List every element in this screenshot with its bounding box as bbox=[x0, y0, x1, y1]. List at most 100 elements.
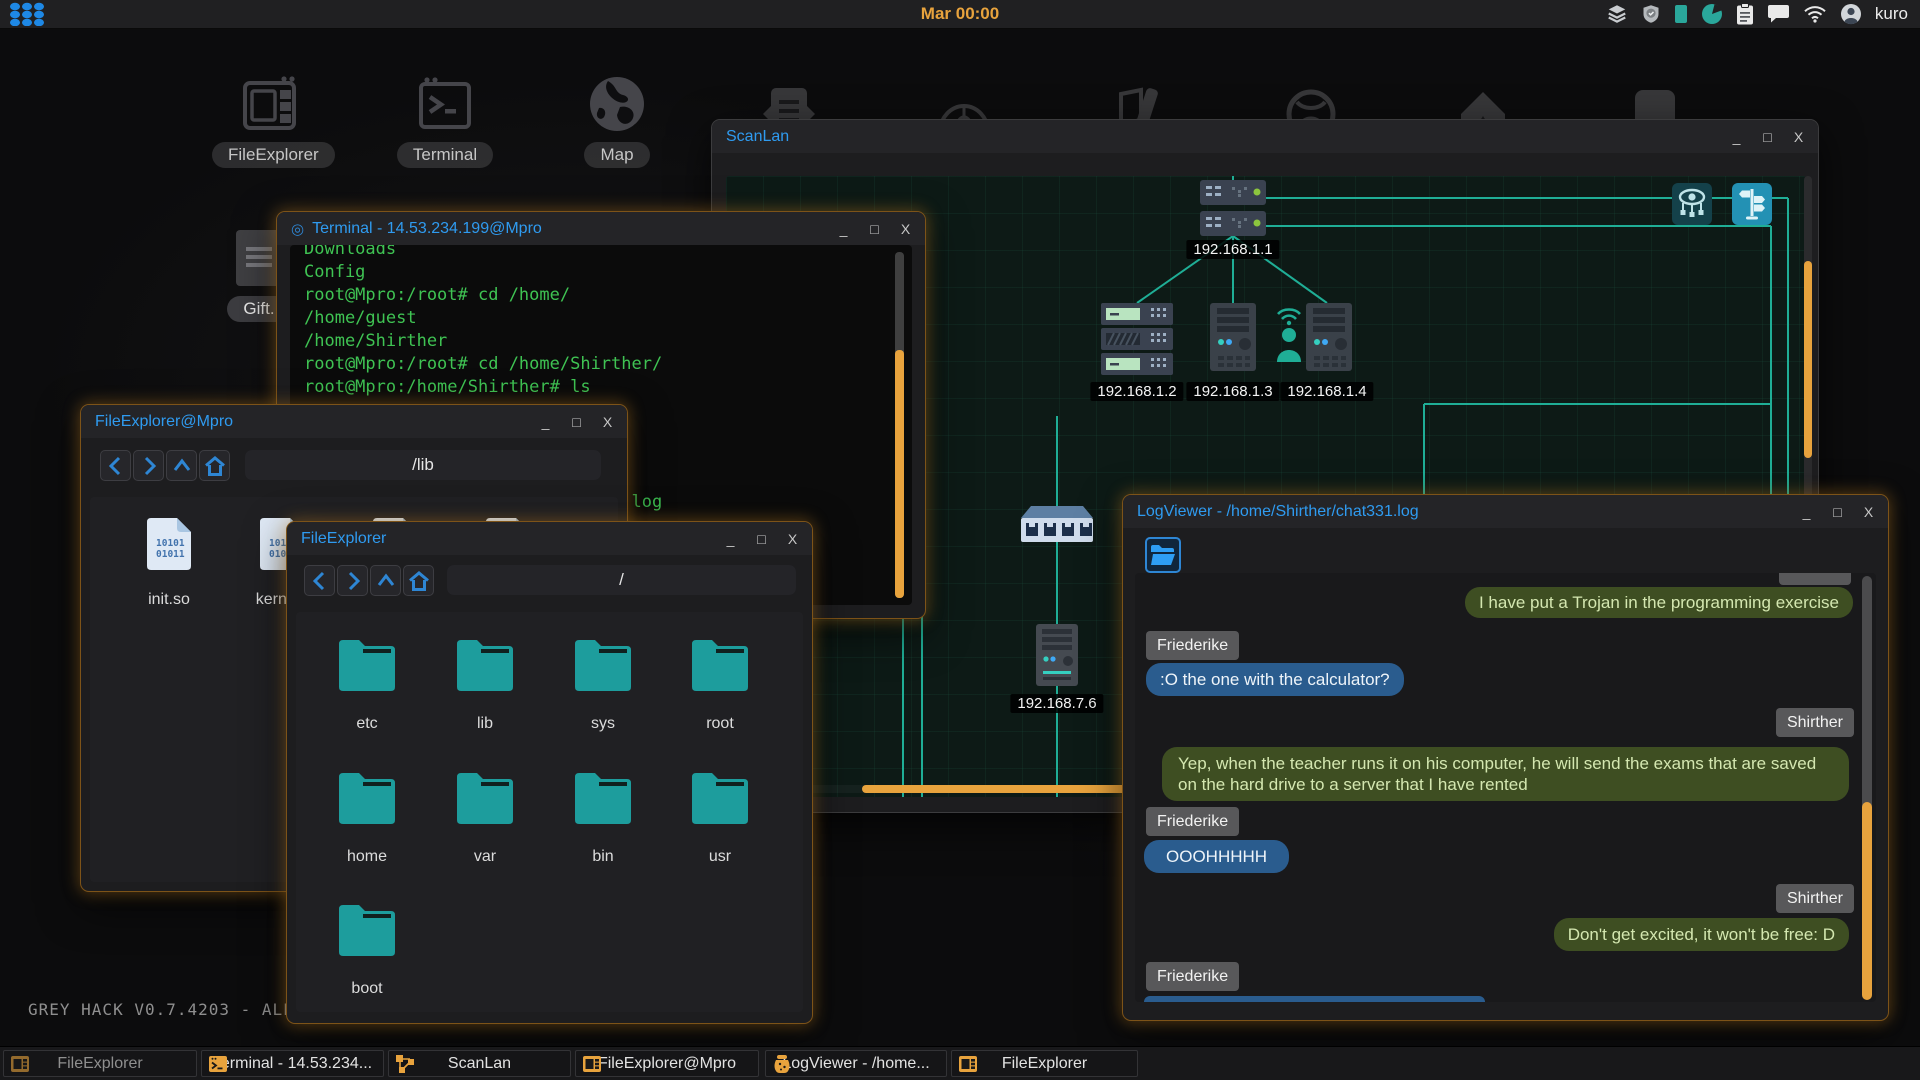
map-globe-icon bbox=[585, 74, 649, 134]
forward-button[interactable] bbox=[337, 565, 368, 596]
terminal-titlebar[interactable]: ◎ Terminal - 14.53.234.199@Mpro bbox=[277, 212, 925, 245]
minimize-button[interactable]: _ bbox=[723, 531, 738, 547]
folder-item-bin[interactable]: bin bbox=[553, 771, 653, 866]
path-input[interactable]: / bbox=[447, 565, 796, 595]
node-ip-label: 192.168.7.6 bbox=[1010, 694, 1103, 713]
username[interactable]: kuro bbox=[1875, 4, 1908, 24]
maximize-button[interactable]: □ bbox=[569, 414, 584, 430]
file-item-init-so[interactable]: 10101 01011 init.so bbox=[119, 518, 219, 609]
close-button[interactable]: X bbox=[600, 414, 615, 430]
server-rack-icon bbox=[1101, 303, 1173, 375]
minimize-button[interactable]: _ bbox=[1729, 129, 1744, 145]
map-vscrollbar-thumb[interactable] bbox=[1804, 261, 1812, 458]
desktop-icon-map[interactable]: Map bbox=[557, 74, 677, 168]
network-node-desktop-76[interactable] bbox=[1036, 624, 1078, 691]
taskbar-item-scanlan[interactable]: ScanLan bbox=[388, 1050, 571, 1077]
minimize-button[interactable]: _ bbox=[1799, 504, 1814, 520]
clipboard-icon[interactable] bbox=[1736, 3, 1754, 25]
maximize-button[interactable]: □ bbox=[754, 531, 769, 547]
forward-button[interactable] bbox=[133, 450, 164, 481]
taskbar-item-fileexplorer-mpro[interactable]: FileExplorer@Mpro bbox=[575, 1050, 759, 1077]
folder-item-var[interactable]: var bbox=[435, 771, 535, 866]
folder-item-sys[interactable]: sys bbox=[553, 638, 653, 733]
taskbar-item-terminal[interactable]: Terminal - 14.53.234... bbox=[201, 1050, 384, 1077]
folder-item-root[interactable]: root bbox=[670, 638, 770, 733]
grey-hack-desktop: Mar 00:00 kuro FileExplorer Terminal Map bbox=[0, 0, 1920, 1080]
path-input[interactable]: /lib bbox=[245, 450, 601, 480]
folder-label: home bbox=[317, 848, 417, 866]
taskbar-item-label: FileExplorer bbox=[952, 1055, 1137, 1073]
network-eye-icon bbox=[1677, 187, 1707, 221]
logviewer-icon bbox=[772, 1054, 792, 1074]
wifi-icon[interactable] bbox=[1803, 5, 1827, 23]
window-title: LogViewer - /home/Shirther/chat331.log bbox=[1137, 503, 1419, 521]
fileexplorer-icon bbox=[240, 74, 304, 134]
folder-icon bbox=[339, 638, 395, 691]
chat-bubble-clipped bbox=[1144, 996, 1485, 1002]
chevron-right-icon bbox=[138, 455, 160, 477]
desktop-icon-terminal[interactable]: Terminal bbox=[385, 74, 505, 168]
open-log-button[interactable] bbox=[1145, 537, 1181, 573]
window-controls: _ □ X bbox=[1729, 120, 1806, 153]
network-node-server[interactable] bbox=[1101, 303, 1173, 380]
folder-list-area[interactable]: etc lib sys root home var bbox=[296, 612, 803, 1012]
user-avatar-icon[interactable] bbox=[1840, 3, 1862, 25]
minimize-button[interactable]: _ bbox=[836, 221, 851, 237]
folder-item-usr[interactable]: usr bbox=[670, 771, 770, 866]
back-button[interactable] bbox=[304, 565, 335, 596]
network-node-desktop[interactable] bbox=[1210, 303, 1256, 376]
network-node-router[interactable] bbox=[1200, 180, 1266, 243]
scan-network-button[interactable] bbox=[1672, 183, 1712, 225]
home-button[interactable] bbox=[199, 450, 230, 481]
layers-icon[interactable] bbox=[1606, 3, 1628, 25]
logviewer-window: LogViewer - /home/Shirther/chat331.log _… bbox=[1123, 495, 1888, 1020]
binary-file-icon: 10101 01011 bbox=[147, 518, 191, 570]
chevron-left-icon bbox=[309, 570, 331, 592]
network-node-switch[interactable] bbox=[1021, 506, 1093, 549]
folder-item-etc[interactable]: etc bbox=[317, 638, 417, 733]
chat-log-area[interactable]: I have put a Trojan in the programming e… bbox=[1135, 573, 1876, 1002]
chat-scrollbar-thumb[interactable] bbox=[1862, 802, 1872, 1000]
taskbar-item-label: Terminal - 14.53.234... bbox=[202, 1055, 383, 1073]
node-ip-label: 192.168.1.1 bbox=[1186, 240, 1279, 259]
chat-icon[interactable] bbox=[1767, 4, 1790, 24]
disk-usage-icon[interactable] bbox=[1701, 3, 1723, 25]
desktop-icon-label: Terminal bbox=[397, 142, 493, 168]
folder-icon bbox=[339, 903, 395, 956]
router-icon bbox=[1200, 180, 1266, 238]
taskbar: FileExplorer Terminal - 14.53.234... Sca… bbox=[0, 1046, 1920, 1080]
desktop-icon-fileexplorer[interactable]: FileExplorer bbox=[212, 74, 332, 168]
folder-item-boot[interactable]: boot bbox=[317, 903, 417, 998]
close-button[interactable]: X bbox=[1861, 504, 1876, 520]
up-button[interactable] bbox=[166, 450, 197, 481]
folder-icon bbox=[692, 771, 748, 824]
maximize-button[interactable]: □ bbox=[867, 221, 882, 237]
close-button[interactable]: X bbox=[1791, 129, 1806, 145]
home-button[interactable] bbox=[403, 565, 434, 596]
up-button[interactable] bbox=[370, 565, 401, 596]
minimize-button[interactable]: _ bbox=[538, 414, 553, 430]
maximize-button[interactable]: □ bbox=[1760, 129, 1775, 145]
window-title: FileExplorer bbox=[301, 530, 386, 548]
taskbar-item-fileexplorer-1[interactable]: FileExplorer bbox=[3, 1050, 197, 1077]
node-ip-label: 192.168.1.2 bbox=[1090, 382, 1183, 401]
taskbar-item-logviewer[interactable]: LogViewer - /home... bbox=[765, 1050, 947, 1077]
back-button[interactable] bbox=[100, 450, 131, 481]
network-node-desktop-user[interactable] bbox=[1306, 303, 1352, 376]
maximize-button[interactable]: □ bbox=[1830, 504, 1845, 520]
close-button[interactable]: X bbox=[898, 221, 913, 237]
taskbar-item-fileexplorer-2[interactable]: FileExplorer bbox=[951, 1050, 1138, 1077]
author-badge: Friederike bbox=[1146, 807, 1239, 836]
author-badge: Shirther bbox=[1776, 884, 1854, 913]
taskbar-item-label: FileExplorer bbox=[4, 1055, 196, 1073]
scanlan-icon bbox=[395, 1054, 415, 1074]
folder-item-lib[interactable]: lib bbox=[435, 638, 535, 733]
terminal-scrollbar-thumb[interactable] bbox=[895, 350, 904, 598]
close-button[interactable]: X bbox=[785, 531, 800, 547]
logviewer-titlebar[interactable]: LogViewer - /home/Shirther/chat331.log bbox=[1123, 495, 1888, 528]
routes-button[interactable] bbox=[1732, 183, 1772, 225]
folder-item-home[interactable]: home bbox=[317, 771, 417, 866]
scanlan-titlebar[interactable]: ScanLan bbox=[712, 120, 1818, 153]
battery-icon[interactable] bbox=[1674, 4, 1688, 24]
shield-check-icon[interactable] bbox=[1641, 3, 1661, 25]
